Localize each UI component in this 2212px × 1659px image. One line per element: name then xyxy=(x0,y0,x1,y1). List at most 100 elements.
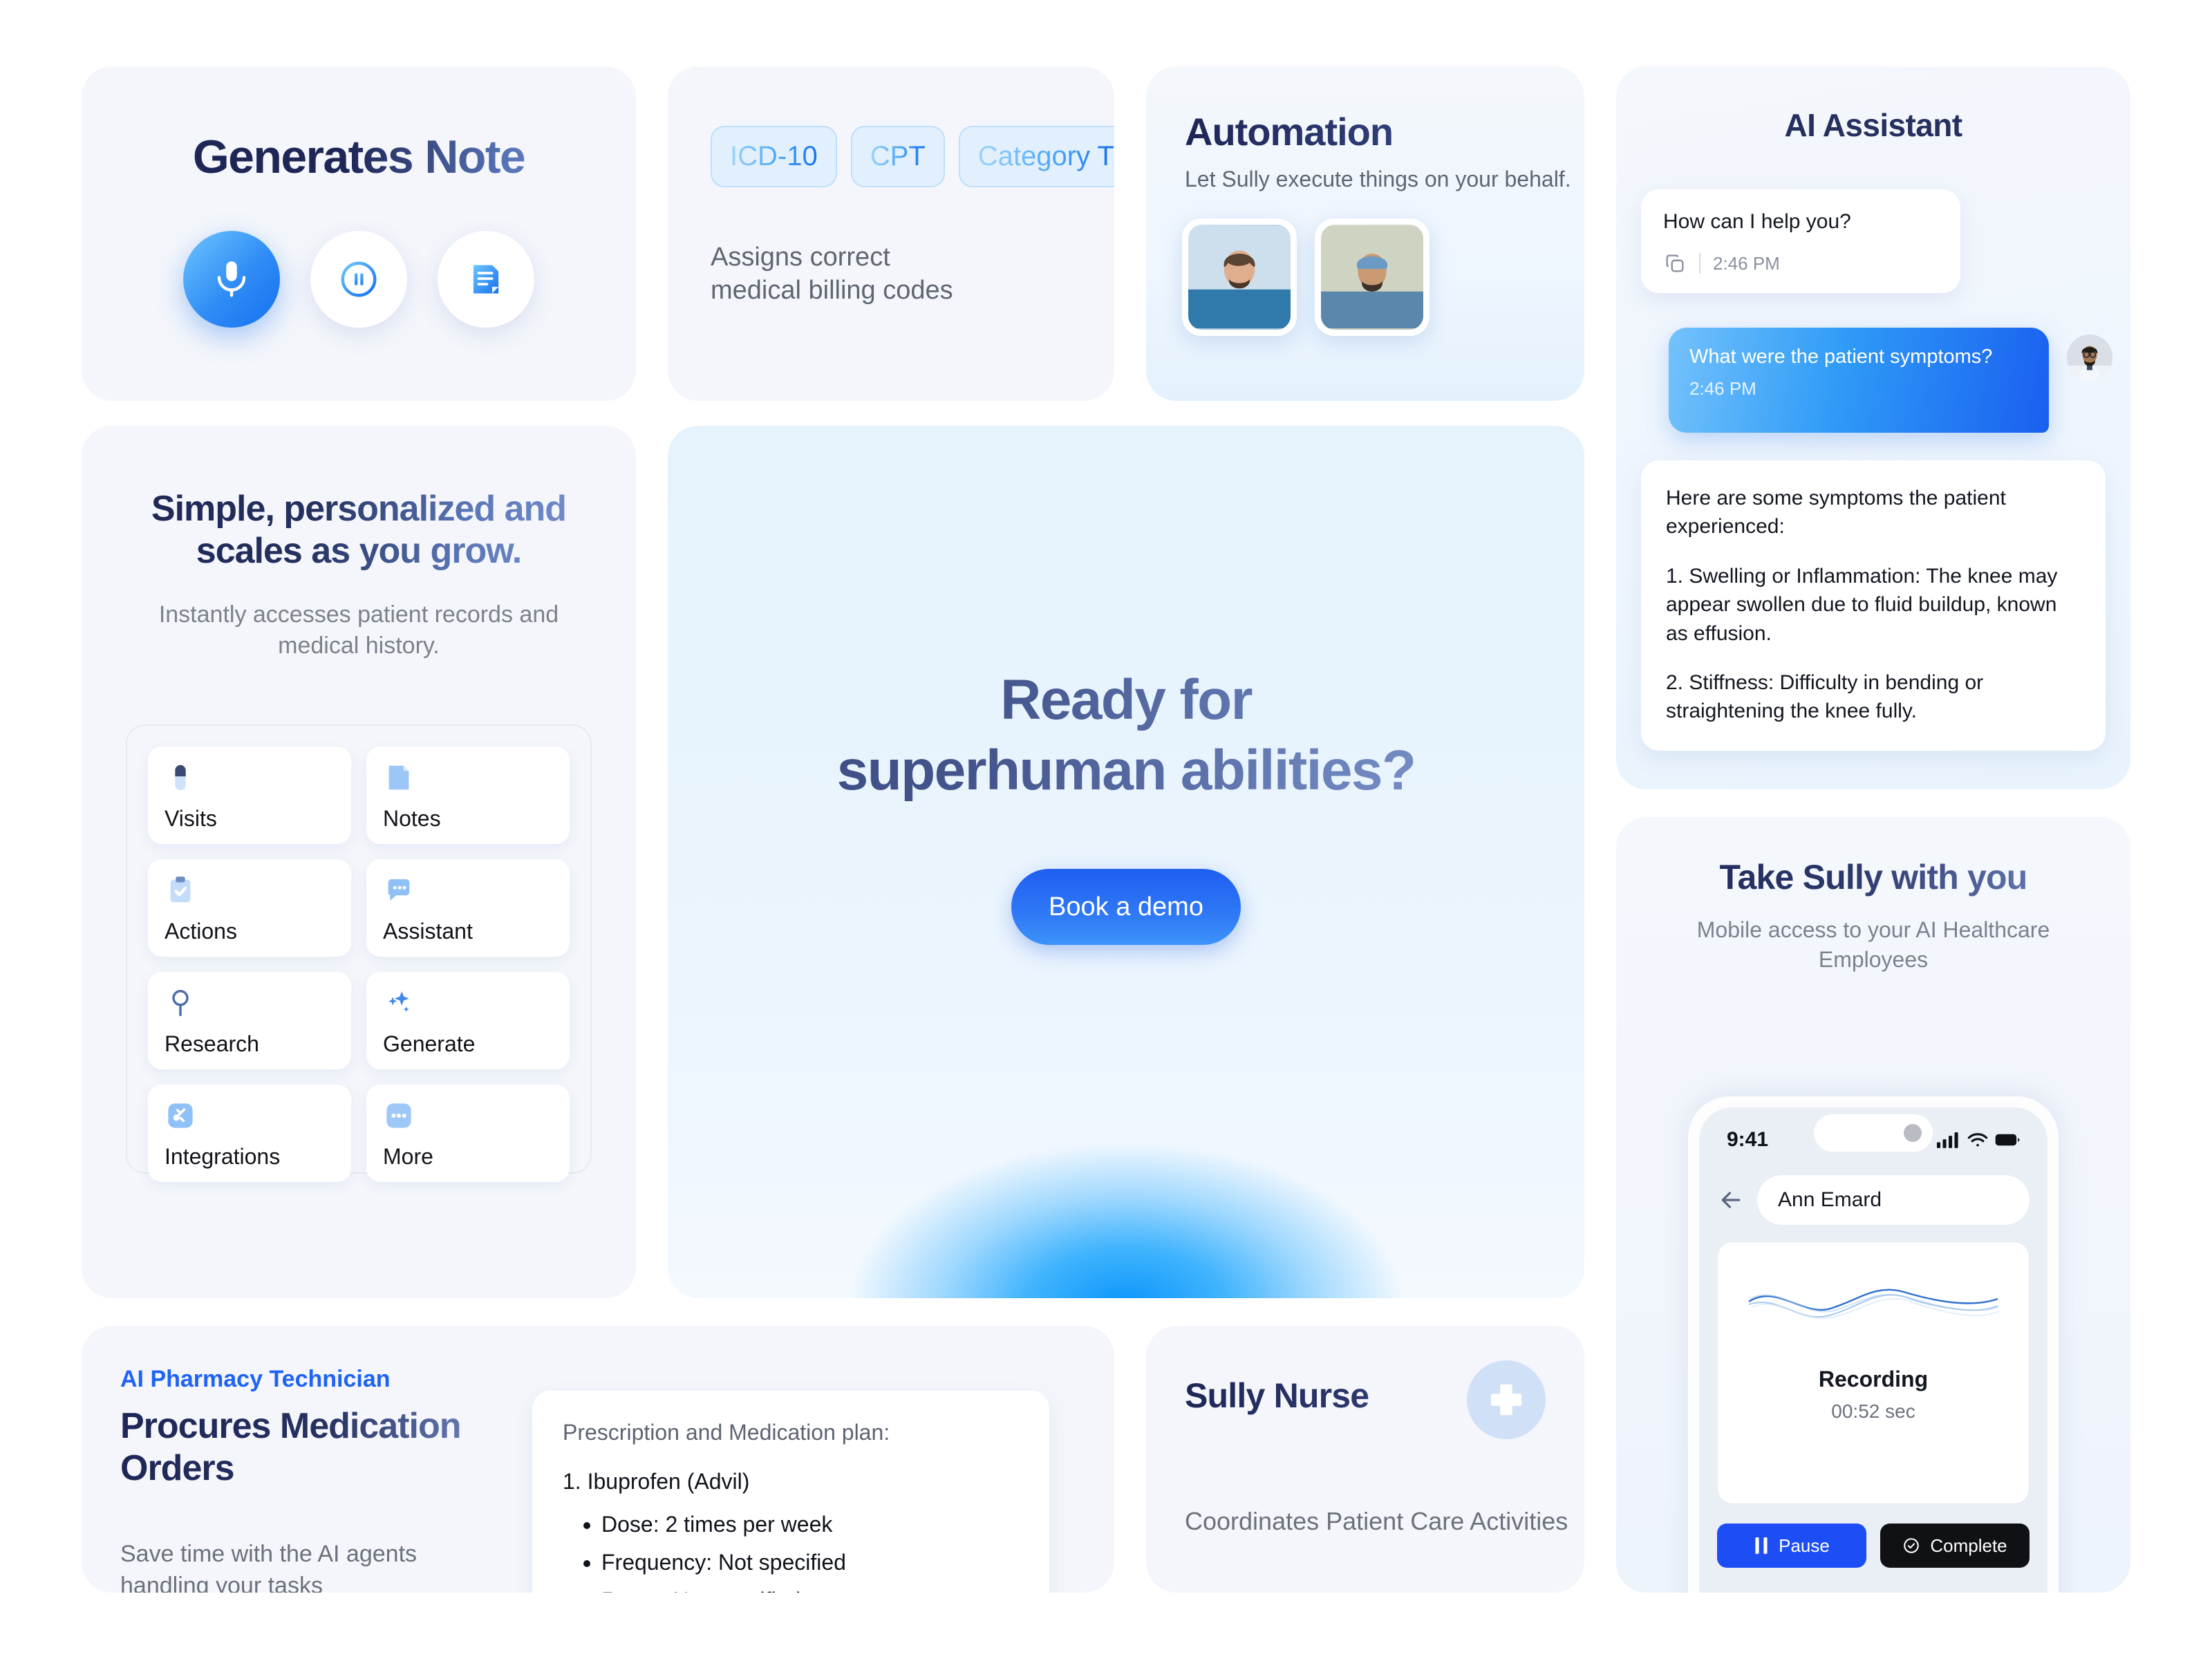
feature-actions[interactable]: Actions xyxy=(148,859,351,957)
cellular-signal-icon xyxy=(1937,1132,1958,1148)
recording-card: Recording 00:52 sec xyxy=(1717,1241,2030,1504)
assistant-message-bubble: How can I help you? 2:46 PM xyxy=(1641,189,1960,293)
prescription-details: Dose: 2 times per week Frequency: Not sp… xyxy=(601,1506,1019,1593)
assistant-message-time: 2:46 PM xyxy=(1713,252,1780,274)
user-message-bubble: What were the patient symptoms? 2:46 PM xyxy=(1669,328,2049,433)
simple-title: Simple, personalized and scales as you g… xyxy=(119,488,599,573)
feature-label: Integrations xyxy=(165,1144,281,1169)
clinician-avatar-1[interactable] xyxy=(1182,218,1297,336)
ai-assistant-card: AI Assistant How can I help you? 2:46 PM… xyxy=(1616,66,2130,789)
avatar-photo xyxy=(2067,335,2112,380)
back-arrow-icon[interactable] xyxy=(1717,1186,1745,1214)
mobile-title: Take Sully with you xyxy=(1616,857,2130,897)
sully-nurse-card: Sully Nurse Coordinates Patient Care Act… xyxy=(1146,1326,1584,1593)
user-message-text: What were the patient symptoms? xyxy=(1689,346,1993,368)
recording-label: Recording xyxy=(1818,1367,1929,1391)
mobile-subtitle: Mobile access to your AI Healthcare Empl… xyxy=(1696,917,2050,972)
feature-grid: Visits Notes Actions Assistant Research … xyxy=(126,724,592,1182)
pause-label: Pause xyxy=(1779,1535,1830,1556)
feature-visits[interactable]: Visits xyxy=(148,747,351,844)
wifi-icon xyxy=(1967,1133,1988,1147)
bento-grid: Generates Note ICD-10 CPT Category T Ass… xyxy=(82,66,2130,1593)
avatar-photo xyxy=(1188,226,1291,328)
generates-note-card: Generates Note xyxy=(82,66,636,401)
phone-screen: 9:41 Ann Emard Recording 00:52 sec Pause… xyxy=(1699,1107,2047,1593)
feature-generate[interactable]: Generate xyxy=(366,972,570,1069)
generates-note-title: Generates Note xyxy=(82,130,636,184)
code-chip-list: ICD-10 CPT Category T xyxy=(668,66,1114,187)
check-circle-icon xyxy=(1904,1538,1920,1553)
note-icon xyxy=(473,265,499,294)
pharmacy-title: Procures Medication Orders xyxy=(120,1405,507,1490)
symptom-item-1: 1. Swelling or Inflammation: The knee ma… xyxy=(1666,564,2058,645)
note-controls xyxy=(82,231,636,328)
pause-recording-button[interactable]: Pause xyxy=(1717,1524,1866,1568)
chip-category[interactable]: Category T xyxy=(958,126,1114,187)
feature-notes[interactable]: Notes xyxy=(366,747,570,844)
feature-label: Visits xyxy=(165,806,217,831)
assistant-symptoms-bubble: Here are some symptoms the patient exper… xyxy=(1641,460,2106,751)
prescription-heading: Prescription and Medication plan: xyxy=(563,1420,890,1445)
automation-card: Automation Let Sully execute things on y… xyxy=(1146,66,1584,401)
recording-duration: 00:52 sec xyxy=(1831,1400,1915,1422)
document-icon xyxy=(383,762,553,799)
hero-line-1: Ready for xyxy=(1000,668,1252,731)
phone-mockup: 9:41 Ann Emard Recording 00:52 sec Pause… xyxy=(1688,1096,2059,1593)
message-meta: 2:46 PM xyxy=(1663,252,1938,275)
chip-cpt[interactable]: CPT xyxy=(850,126,945,187)
dynamic-island xyxy=(1814,1114,1933,1152)
feature-label: Assistant xyxy=(383,919,473,944)
phone-status-bar: 9:41 xyxy=(1717,1114,2030,1160)
magnifier-icon xyxy=(165,987,335,1024)
billing-codes-card: ICD-10 CPT Category T Assigns correct me… xyxy=(668,66,1114,401)
ai-assistant-title: AI Assistant xyxy=(1784,107,1963,143)
clipboard-check-icon xyxy=(165,874,335,912)
feature-integrations[interactable]: Integrations xyxy=(148,1085,351,1182)
feature-assistant[interactable]: Assistant xyxy=(366,859,570,957)
microphone-icon xyxy=(217,261,246,297)
patient-name-field[interactable]: Ann Emard xyxy=(1757,1175,2030,1225)
status-indicators xyxy=(1937,1131,2020,1149)
recording-actions: Pause Complete xyxy=(1717,1524,2030,1568)
copy-icon[interactable] xyxy=(1663,252,1687,275)
symptom-item-2: 2. Stiffness: Difficulty in bending or s… xyxy=(1666,671,1984,723)
feature-label: Research xyxy=(165,1031,259,1056)
billing-codes-description: Assigns correct medical billing codes xyxy=(711,243,953,305)
pill-icon xyxy=(165,762,335,799)
battery-icon xyxy=(1995,1134,2020,1146)
simple-personalized-card: Simple, personalized and scales as you g… xyxy=(82,426,636,1298)
rx-detail: Route: Not specified xyxy=(601,1582,1019,1593)
sparkles-icon xyxy=(383,987,553,1024)
book-a-demo-button[interactable]: Book a demo xyxy=(1011,869,1241,946)
note-button[interactable] xyxy=(438,231,534,328)
pharmacy-subtitle: Save time with the AI agents handling yo… xyxy=(120,1540,418,1593)
pharmacy-technician-card: AI Pharmacy Technician Procures Medicati… xyxy=(82,1326,1114,1593)
feature-more[interactable]: More xyxy=(366,1085,570,1182)
complete-recording-button[interactable]: Complete xyxy=(1880,1524,2030,1568)
automation-title: Automation xyxy=(1185,109,1584,154)
pause-icon xyxy=(1755,1537,1768,1554)
rx-detail: Frequency: Not specified xyxy=(601,1544,1019,1582)
feature-label: Actions xyxy=(165,919,237,944)
hero-card: Ready for superhuman abilities? Book a d… xyxy=(668,426,1584,1298)
feature-label: More xyxy=(383,1144,433,1169)
automation-avatar-list xyxy=(1182,218,1584,336)
clinician-avatar-2[interactable] xyxy=(1315,218,1430,336)
pause-button[interactable] xyxy=(310,231,407,328)
prescription-drug: 1. Ibuprofen (Advil) xyxy=(563,1469,750,1494)
record-button[interactable] xyxy=(183,231,280,328)
waveform-icon xyxy=(1748,1288,2000,1319)
feature-research[interactable]: Research xyxy=(148,972,351,1069)
automation-subtitle: Let Sully execute things on your behalf. xyxy=(1185,167,1571,191)
avatar-photo xyxy=(1321,226,1423,328)
user-avatar xyxy=(2067,335,2112,380)
take-sully-with-you-card: Take Sully with you Mobile access to you… xyxy=(1616,817,2130,1593)
meta-divider xyxy=(1699,253,1700,274)
ellipsis-icon xyxy=(383,1100,553,1137)
nurse-subtitle: Coordinates Patient Care Activities xyxy=(1185,1507,1568,1535)
chip-icd10[interactable]: ICD-10 xyxy=(711,126,837,187)
chat-bubble-icon xyxy=(383,874,553,912)
hero-line-2: superhuman abilities? xyxy=(836,738,1416,802)
prescription-panel: Prescription and Medication plan: 1. Ibu… xyxy=(532,1391,1049,1593)
plug-icon xyxy=(165,1100,335,1137)
